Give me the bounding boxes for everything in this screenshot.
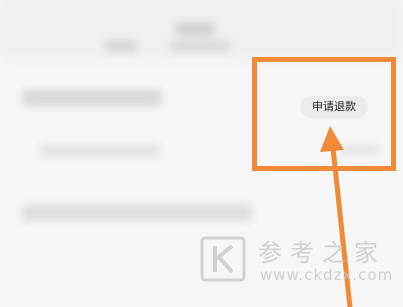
app-screen: 申请退款 参考之家 www.ckdzx.com xyxy=(0,0,403,307)
watermark-logo-icon xyxy=(200,236,246,282)
watermark-url: www.ckdzx.com xyxy=(260,266,394,284)
watermark-title: 参考之家 xyxy=(258,239,386,267)
